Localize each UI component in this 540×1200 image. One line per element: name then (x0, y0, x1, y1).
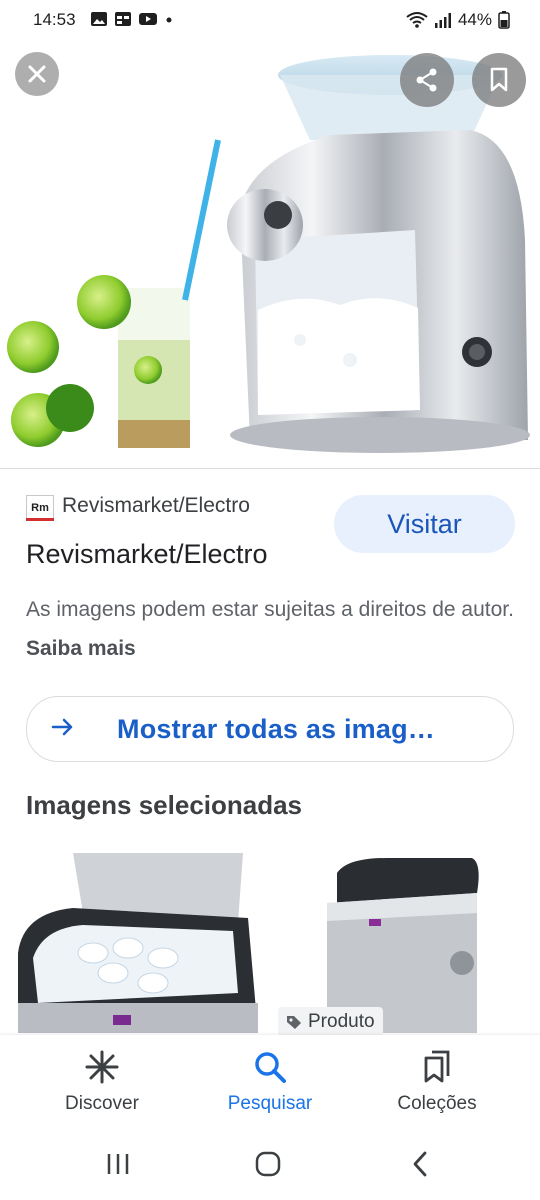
arrow-right-icon (51, 718, 73, 736)
nav-discover-label: Discover (65, 1093, 139, 1114)
home-icon[interactable] (254, 1150, 282, 1178)
battery-percent: 44% (457, 10, 492, 29)
ice-shaver-product-image (7, 55, 530, 453)
source-logo-text: Rm (31, 502, 49, 514)
bookmark-icon (490, 67, 508, 92)
wifi-icon (406, 12, 428, 28)
share-icon (416, 68, 437, 92)
nav-search-label: Pesquisar (227, 1093, 313, 1114)
product-chip-label: Produto (308, 1011, 375, 1032)
notification-icons (90, 11, 174, 27)
close-button[interactable] (15, 52, 59, 96)
nav-discover[interactable]: Discover (32, 1047, 172, 1115)
asterisk-icon (85, 1050, 119, 1084)
ice-maker-closed-image (277, 853, 527, 1033)
related-image-1[interactable] (13, 853, 265, 1033)
collections-icon (424, 1050, 450, 1083)
status-time: 14:53 (33, 10, 76, 29)
related-image-2[interactable] (277, 853, 527, 1033)
status-bar: 14:53 44% (0, 0, 540, 40)
calendar-icon (115, 12, 131, 26)
ice-maker-open-image (13, 853, 265, 1033)
back-icon[interactable] (408, 1150, 432, 1178)
related-images-heading: Imagens selecionadas (26, 790, 303, 820)
show-all-images-button[interactable]: Mostrar todas as imag… (26, 696, 514, 762)
system-navigation-bar (0, 1135, 540, 1200)
youtube-icon (139, 13, 157, 25)
visit-button[interactable]: Visitar (334, 495, 515, 553)
source-site-name[interactable]: Revismarket/Electro (62, 494, 250, 518)
search-icon (255, 1052, 286, 1083)
battery-icon (498, 11, 510, 29)
share-button[interactable] (400, 53, 454, 107)
nav-collections-label: Coleções (397, 1093, 477, 1114)
tag-icon (287, 1016, 301, 1029)
learn-more-link[interactable]: Saiba mais (26, 637, 136, 660)
show-all-images-label: Mostrar todas as imag… (117, 714, 435, 744)
bottom-navigation: Discover Pesquisar Coleções (0, 1035, 540, 1135)
nav-collections[interactable]: Coleções (367, 1047, 507, 1115)
recent-apps-icon[interactable] (104, 1151, 132, 1177)
product-chip: Produto (278, 1007, 383, 1037)
main-image[interactable] (0, 40, 540, 468)
save-to-collection-button[interactable] (472, 53, 526, 107)
copyright-text: As imagens podem estar sujeitas a direit… (26, 598, 514, 621)
copyright-notice: As imagens podem estar sujeitas a direit… (26, 590, 516, 668)
dot-icon (166, 17, 172, 23)
divider (0, 468, 540, 469)
source-logo: Rm (26, 495, 54, 521)
source-logo-stripe (26, 518, 54, 521)
status-right: 44% (406, 10, 510, 30)
image-title[interactable]: Revismarket/Electro (26, 539, 268, 570)
signal-icon (434, 13, 451, 28)
close-icon (28, 65, 46, 83)
gallery-icon (91, 12, 107, 26)
nav-search[interactable]: Pesquisar (200, 1047, 340, 1115)
